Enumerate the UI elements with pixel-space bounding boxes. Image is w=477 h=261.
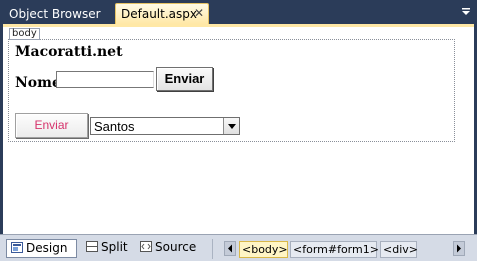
document-tab-strip: Object Browser Default.aspx ✕: [0, 0, 477, 24]
city-select[interactable]: Santos: [90, 117, 240, 135]
chevron-down-icon[interactable]: [459, 5, 473, 19]
close-icon[interactable]: ✕: [193, 6, 205, 20]
tab-object-browser[interactable]: Object Browser: [3, 4, 107, 24]
design-icon: [11, 241, 23, 253]
source-icon: [140, 240, 152, 252]
tab-label: Default.aspx: [121, 7, 197, 21]
enviar-button[interactable]: Enviar: [156, 67, 213, 91]
view-bar: Design Split Source <body> <form#form1> …: [0, 234, 477, 261]
split-icon: [86, 240, 98, 252]
split-view-button[interactable]: Split: [82, 239, 132, 258]
scroll-left-icon[interactable]: [224, 241, 236, 256]
design-surface[interactable]: Macoratti.net Nome: Enviar Enviar Santos…: [3, 24, 474, 234]
source-view-button[interactable]: Source: [136, 239, 200, 258]
body-element-outline[interactable]: Macoratti.net Nome: Enviar Enviar Santos: [8, 39, 455, 142]
source-view-label: Source: [155, 240, 197, 254]
split-view-label: Split: [101, 240, 128, 254]
enviar-link-button[interactable]: Enviar: [15, 113, 88, 138]
breadcrumb-form[interactable]: <form#form1>: [290, 241, 379, 258]
nome-input[interactable]: [56, 71, 154, 88]
select-value: Santos: [94, 119, 135, 134]
design-canvas: Macoratti.net Nome: Enviar Enviar Santos…: [3, 27, 460, 234]
breadcrumb-div[interactable]: <div>: [380, 241, 418, 258]
scroll-right-icon[interactable]: [453, 241, 465, 256]
body-tag-label: body: [9, 28, 40, 40]
vertical-scrollbar[interactable]: [460, 27, 474, 234]
page-title: Macoratti.net: [15, 44, 123, 60]
divider: [212, 239, 213, 259]
dropdown-arrow-icon[interactable]: [223, 118, 239, 134]
design-view-button[interactable]: Design: [6, 239, 77, 258]
design-view-label: Design: [26, 241, 68, 255]
breadcrumb-body[interactable]: <body>: [239, 241, 288, 258]
